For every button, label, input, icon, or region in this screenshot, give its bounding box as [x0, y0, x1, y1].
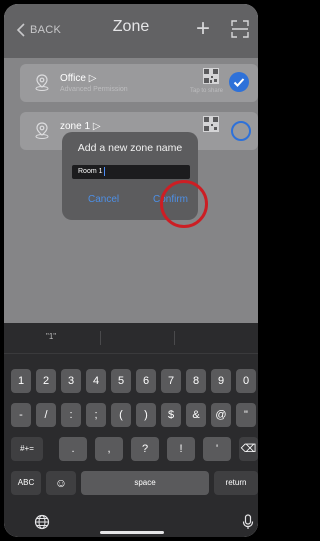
dialog-title: Add a new zone name: [77, 142, 183, 154]
key-at[interactable]: @: [211, 403, 231, 427]
suggestion-divider: [174, 331, 175, 345]
zone-name-input[interactable]: Room 1: [72, 165, 190, 179]
top-bar: BACK Zone +: [4, 4, 258, 58]
globe-icon[interactable]: [34, 514, 50, 530]
key-question[interactable]: ?: [131, 437, 159, 461]
key-5[interactable]: 5: [111, 369, 131, 393]
key-colon[interactable]: :: [61, 403, 81, 427]
key-exclaim[interactable]: !: [167, 437, 195, 461]
return-key[interactable]: return: [214, 471, 258, 495]
key-close-paren[interactable]: ): [136, 403, 156, 427]
keyboard: "1" 1 2 3 4 5 6 7 8 9 0 - / : ; ( ) $ & …: [4, 323, 258, 537]
qr-code-icon[interactable]: [203, 68, 219, 84]
unselected-radio-icon[interactable]: [231, 121, 251, 141]
cancel-button[interactable]: Cancel: [88, 194, 119, 205]
suggestion-divider: [100, 331, 101, 345]
location-pin-icon: [35, 74, 49, 91]
key-7[interactable]: 7: [161, 369, 181, 393]
qr-code-icon[interactable]: [203, 116, 219, 132]
key-semicolon[interactable]: ;: [86, 403, 106, 427]
suggestion-item[interactable]: "1": [46, 332, 56, 341]
share-hint: Tap to share: [190, 88, 224, 94]
backspace-key[interactable]: ⌫: [239, 437, 258, 461]
emoji-key[interactable]: ☺: [46, 471, 76, 495]
key-0[interactable]: 0: [236, 369, 256, 393]
key-9[interactable]: 9: [211, 369, 231, 393]
phone-screen: BACK Zone + Office ▷ Advanced Permission…: [4, 4, 258, 537]
key-apostrophe[interactable]: ': [203, 437, 231, 461]
scan-icon[interactable]: [231, 20, 249, 38]
key-row-numbers: 1 2 3 4 5 6 7 8 9 0: [4, 369, 258, 395]
check-icon: [233, 78, 245, 87]
edit-icon[interactable]: ▷: [89, 73, 97, 84]
key-row-punctuation: #+= . , ? ! ' ⌫: [4, 437, 258, 463]
key-dollar[interactable]: $: [161, 403, 181, 427]
text-caret: [103, 166, 105, 176]
edit-icon[interactable]: ▷: [93, 121, 101, 132]
selected-checkmark-icon[interactable]: [229, 72, 249, 92]
home-indicator[interactable]: [100, 531, 164, 534]
key-period[interactable]: .: [59, 437, 87, 461]
key-comma[interactable]: ,: [95, 437, 123, 461]
page-title: Zone: [112, 18, 150, 35]
key-8[interactable]: 8: [186, 369, 206, 393]
key-more-symbols[interactable]: #+=: [11, 437, 43, 461]
zone-name: Office ▷: [60, 73, 97, 84]
key-2[interactable]: 2: [36, 369, 56, 393]
key-abc[interactable]: ABC: [11, 471, 41, 495]
location-pin-icon: [35, 122, 49, 139]
key-row-bottom: ABC ☺ space return: [4, 471, 258, 497]
key-3[interactable]: 3: [61, 369, 81, 393]
key-4[interactable]: 4: [86, 369, 106, 393]
key-slash[interactable]: /: [36, 403, 56, 427]
key-dash[interactable]: -: [11, 403, 31, 427]
key-row-symbols: - / : ; ( ) $ & @ ": [4, 403, 258, 429]
key-ampersand[interactable]: &: [186, 403, 206, 427]
microphone-icon[interactable]: [242, 514, 254, 530]
suggestion-bar: "1": [4, 323, 258, 354]
highlight-circle: [160, 180, 208, 228]
add-zone-button[interactable]: +: [192, 17, 214, 41]
zone-card-office[interactable]: Office ▷ Advanced Permission Tap to shar…: [20, 64, 258, 102]
zone-subtitle: Advanced Permission: [60, 86, 128, 93]
key-6[interactable]: 6: [136, 369, 156, 393]
space-key[interactable]: space: [81, 471, 209, 495]
key-open-paren[interactable]: (: [111, 403, 131, 427]
key-1[interactable]: 1: [11, 369, 31, 393]
key-quote[interactable]: ": [236, 403, 256, 427]
zone-name: zone 1 ▷: [60, 121, 101, 132]
